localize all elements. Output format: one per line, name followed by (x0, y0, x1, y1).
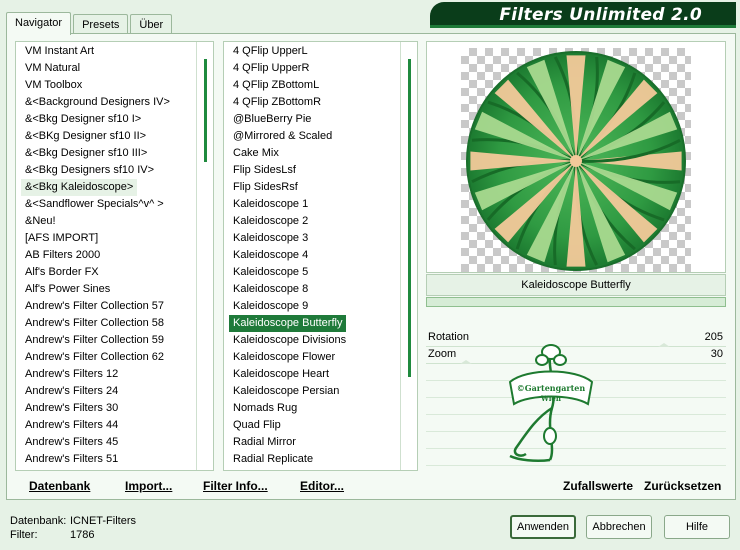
category-list-item[interactable]: &<Sandflower Specials^v^ > (21, 196, 168, 213)
tab-bar: Navigator Presets Über (6, 12, 174, 35)
filter-list-item[interactable]: @BlueBerry Pie (229, 111, 315, 128)
category-list[interactable]: VM Instant Art VM Natural VM Toolbox &<Back… (15, 41, 214, 471)
filter-list-item[interactable]: Kaleidoscope 3 (229, 230, 312, 247)
preview-transparency-grid (461, 48, 691, 272)
filter-list-item[interactable]: Kaleidoscope 9 (229, 298, 312, 315)
filter-count-label: Filter: (10, 529, 38, 541)
filter-scroll-thumb[interactable] (408, 59, 411, 377)
filter-list-item[interactable]: Quad Flip (229, 417, 285, 434)
reset-button[interactable]: Zurücksetzen (644, 479, 721, 493)
filter-list-item[interactable]: Flip SidesLsf (229, 162, 300, 179)
rotation-value: 205 (704, 331, 723, 343)
kaleidoscope-preview-image (466, 51, 686, 271)
category-list-item[interactable]: Andrew's Filter Collection 58 (21, 315, 168, 332)
filter-list-item[interactable]: Kaleidoscope Persian (229, 383, 343, 400)
filter-list-item[interactable]: 4 QFlip ZBottomR (229, 94, 325, 111)
random-values-button[interactable]: Zufallswerte (563, 479, 633, 493)
filter-info-button[interactable]: Filter Info... (203, 479, 268, 493)
category-list-item[interactable]: Andrew's Filter Collection 59 (21, 332, 168, 349)
zoom-label: Zoom (428, 348, 457, 360)
filter-list-item[interactable]: Flip SidesRsf (229, 179, 302, 196)
category-list-item[interactable]: Andrew's Filters 24 (21, 383, 122, 400)
category-list-item[interactable]: &<BKg Designer sf10 II> (21, 128, 150, 145)
category-list-item[interactable]: VM Toolbox (21, 77, 86, 94)
database-value: ICNET-Filters (70, 515, 136, 527)
filter-list-item[interactable]: Kaleidoscope 2 (229, 213, 312, 230)
apply-button[interactable]: Anwenden (510, 515, 576, 539)
filter-list-item[interactable]: Sandflower Fold (229, 468, 317, 470)
category-list-item[interactable]: Andrew's Filters 12 (21, 366, 122, 383)
category-list-item[interactable]: VM Natural (21, 60, 84, 77)
tab-presets[interactable]: Presets (73, 14, 129, 35)
tab-about[interactable]: Über (130, 14, 173, 35)
logo-text-line1: ©Gartengarten (517, 383, 586, 393)
main-panel: VM Instant Art VM Natural VM Toolbox &<Back… (6, 33, 736, 500)
filter-list-item[interactable]: Kaleidoscope 5 (229, 264, 312, 281)
category-list-item[interactable]: &<Bkg Designers sf10 IV> (21, 162, 158, 179)
filter-list-item[interactable]: Kaleidoscope Divisions (229, 332, 350, 349)
watermark-logo: ©Gartengarten Wien (508, 344, 594, 463)
title-banner: Filters Unlimited 2.0 (430, 2, 736, 28)
category-scroll-thumb[interactable] (204, 59, 207, 162)
progress-bar (426, 297, 726, 307)
category-list-item[interactable]: &<Bkg Designer sf10 III> (21, 145, 151, 162)
category-list-item[interactable]: Andrew's Filters 51 (21, 451, 122, 468)
rotation-label: Rotation (428, 331, 469, 343)
filter-list-item[interactable]: Cake Mix (229, 145, 283, 162)
database-button[interactable]: Datenbank (29, 479, 90, 493)
category-list-item[interactable]: Andrew's Filters 45 (21, 434, 122, 451)
filter-list-item[interactable]: Kaleidoscope 8 (229, 281, 312, 298)
category-list-item[interactable]: Andrew's Filters 52 (21, 468, 122, 470)
logo-text-line2: Wien (540, 394, 561, 403)
filter-list-item[interactable]: Kaleidoscope 4 (229, 247, 312, 264)
category-list-item[interactable]: Alf's Power Sines (21, 281, 114, 298)
category-list-item[interactable]: &Neu! (21, 213, 60, 230)
filter-list-item[interactable]: Kaleidoscope Heart (229, 366, 333, 383)
filter-list-item[interactable]: Kaleidoscope Butterfly (229, 315, 347, 332)
category-list-item[interactable]: Andrew's Filters 44 (21, 417, 122, 434)
filter-list-item[interactable]: @Mirrored & Scaled (229, 128, 336, 145)
import-button[interactable]: Import... (125, 479, 172, 493)
filter-count-value: 1786 (70, 529, 95, 541)
filter-list-item[interactable]: Kaleidoscope 1 (229, 196, 312, 213)
cancel-button[interactable]: Abbrechen (586, 515, 652, 539)
category-list-item[interactable]: Alf's Border FX (21, 264, 103, 281)
filter-list-item[interactable]: 4 QFlip ZBottomL (229, 77, 323, 94)
category-list-item[interactable]: &<Bkg Designer sf10 I> (21, 111, 145, 128)
category-list-item[interactable]: Andrew's Filters 30 (21, 400, 122, 417)
filter-list-item[interactable]: Radial Mirror (229, 434, 300, 451)
category-list-item[interactable]: &<Background Designers IV> (21, 94, 174, 111)
filter-scrollbar[interactable] (400, 42, 417, 470)
filter-list-item[interactable]: 4 QFlip UpperL (229, 43, 312, 60)
category-list-item[interactable]: &<Bkg Kaleidoscope> (21, 179, 138, 196)
category-list-item[interactable]: VM Instant Art (21, 43, 98, 60)
category-list-item[interactable]: [AFS IMPORT] (21, 230, 102, 247)
editor-button[interactable]: Editor... (300, 479, 344, 493)
filter-list-item[interactable]: 4 QFlip UpperR (229, 60, 313, 77)
category-list-item[interactable]: AB Filters 2000 (21, 247, 104, 264)
app-title: Filters Unlimited 2.0 (499, 5, 702, 25)
param-button-row: Zufallswerte Zurücksetzen (426, 476, 726, 498)
current-filter-name: Kaleidoscope Butterfly (426, 274, 726, 296)
filter-list-item[interactable]: Radial Replicate (229, 451, 317, 468)
status-area: Datenbank: ICNET-Filters Filter: 1786 (10, 514, 136, 542)
zoom-value: 30 (710, 348, 723, 360)
database-label: Datenbank: (10, 515, 67, 527)
filter-list[interactable]: 4 QFlip UpperL 4 QFlip UpperR 4 QFlip ZBot… (223, 41, 418, 471)
list-button-row: Datenbank Import... Filter Info... Edito… (15, 476, 418, 498)
help-button[interactable]: Hilfe (664, 515, 730, 539)
tab-navigator[interactable]: Navigator (6, 12, 72, 35)
filter-list-item[interactable]: Nomads Rug (229, 400, 301, 417)
filter-list-item[interactable]: Kaleidoscope Flower (229, 349, 339, 366)
category-scrollbar[interactable] (196, 42, 213, 470)
parameter-panel: Rotation 205 Zoom 30 ©Gartengarten Wien (426, 330, 726, 470)
category-list-item[interactable]: Andrew's Filter Collection 57 (21, 298, 168, 315)
preview-panel (426, 41, 726, 273)
category-list-item[interactable]: Andrew's Filter Collection 62 (21, 349, 168, 366)
